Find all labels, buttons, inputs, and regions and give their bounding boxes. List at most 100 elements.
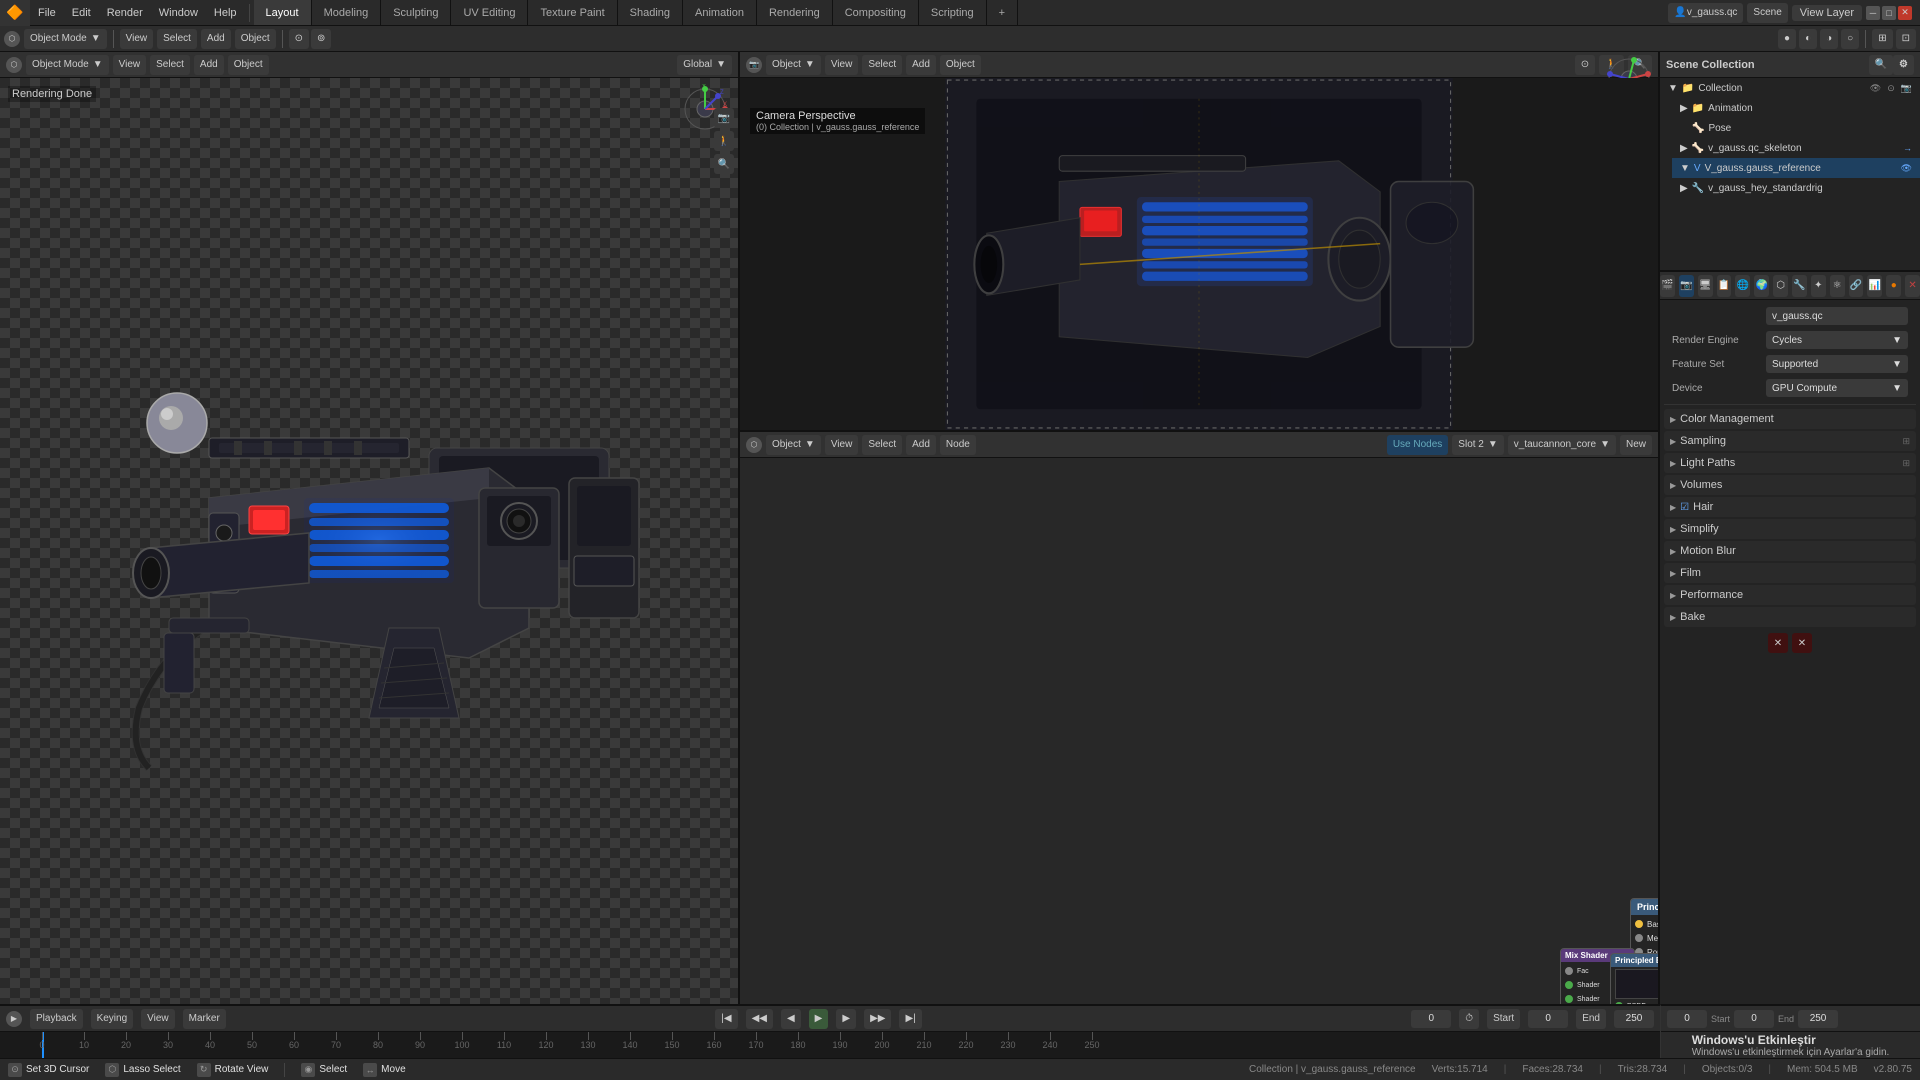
prop-extra-icon-2[interactable]: ✕ [1792,633,1812,653]
prop-icon-world[interactable]: 🌍 [1754,275,1769,297]
current-frame-input[interactable]: 0 [1528,1010,1568,1028]
section-performance[interactable]: ▶ Performance [1664,585,1916,605]
tab-add[interactable]: + [987,0,1018,25]
viewport-select[interactable]: Select [150,55,190,75]
render-engine-value[interactable]: Cycles ▼ [1766,331,1908,349]
shading-render[interactable]: ◑ [1820,29,1838,49]
global-dropdown[interactable]: Global ▼ [677,55,732,75]
prop-icon-view-layer[interactable]: 📋 [1717,275,1732,297]
tab-compositing[interactable]: Compositing [833,0,919,25]
tab-rendering[interactable]: Rendering [757,0,833,25]
tab-texture-paint[interactable]: Texture Paint [528,0,617,25]
keying-menu[interactable]: Keying [91,1009,134,1029]
overlay-btn[interactable]: ⊞ [1872,29,1892,49]
start-frame-input[interactable]: 0 [1411,1010,1451,1028]
shading-material[interactable]: ◐ [1799,29,1817,49]
menu-window[interactable]: Window [151,0,206,25]
play-btn[interactable]: ▶ [809,1009,829,1029]
outliner-pose[interactable]: 🦴 Pose [1684,118,1920,138]
close-button[interactable]: ✕ [1898,6,1912,20]
menu-file[interactable]: File [30,0,64,25]
marker-menu[interactable]: Marker [183,1009,226,1029]
prop-icon-physics[interactable]: ⚛ [1830,275,1845,297]
shading-solid[interactable]: ● [1778,29,1796,49]
object-mode-dropdown[interactable]: Object Mode ▼ [24,29,107,49]
viewport-view[interactable]: View [113,55,147,75]
section-hair[interactable]: ▶ ☑ Hair [1664,497,1916,517]
walk-tool[interactable]: 🚶 [714,131,734,151]
node-new-btn[interactable]: New [1620,435,1652,455]
status-select[interactable]: ◉ Select [301,1063,347,1077]
cam-object[interactable]: Object [940,55,981,75]
use-nodes-btn[interactable]: Use Nodes [1387,435,1448,455]
timeline-content[interactable]: 0 10 20 30 40 50 60 70 80 90 100 110 120 [0,1032,1660,1060]
node-select[interactable]: Select [862,435,902,455]
section-simplify[interactable]: ▶ Simplify [1664,519,1916,539]
viewport-add[interactable]: Add [194,55,224,75]
section-motion-blur[interactable]: ▶ Motion Blur [1664,541,1916,561]
bottom-start-frame[interactable]: 0 [1667,1010,1707,1028]
collection-eye-icon[interactable]: 👁 [1870,83,1881,94]
prop-icon-data[interactable]: 📊 [1867,275,1882,297]
status-rotate-view[interactable]: ↻ Rotate View [197,1063,269,1077]
collection-cursor-icon[interactable]: ⊙ [1887,83,1895,94]
prop-icon-scene[interactable]: 🎬 [1660,275,1675,297]
section-bake[interactable]: ▶ Bake [1664,607,1916,627]
cam-add[interactable]: Add [906,55,936,75]
prop-icon-material[interactable]: ● [1886,275,1901,297]
jump-end-btn[interactable]: ▶| [899,1009,921,1029]
feature-set-value[interactable]: Supported ▼ [1766,355,1908,373]
menu-help[interactable]: Help [206,0,245,25]
material-dropdown[interactable]: v_taucannon_core▼ [1508,435,1616,455]
bottom-current-frame[interactable]: 0 [1734,1010,1774,1028]
node-object-dropdown[interactable]: Object▼ [766,435,821,455]
section-volumes[interactable]: ▶ Volumes [1664,475,1916,495]
cam-select[interactable]: Select [862,55,902,75]
prop-icon-scene2[interactable]: 🌐 [1735,275,1750,297]
node-node[interactable]: Node [940,435,976,455]
end-frame-input[interactable]: 250 [1614,1010,1654,1028]
jump-start-btn[interactable]: |◀ [715,1009,737,1029]
minimize-button[interactable]: ─ [1866,6,1880,20]
view-menu[interactable]: View [120,29,154,49]
tab-layout[interactable]: Layout [254,0,312,25]
gizmo-btn[interactable]: ⊡ [1896,29,1916,49]
next-keyframe-btn[interactable]: ▶▶ [864,1009,891,1029]
menu-edit[interactable]: Edit [64,0,99,25]
section-film[interactable]: ▶ Film [1664,563,1916,583]
user-account[interactable]: 👤 v_gauss.qc [1668,3,1743,23]
prop-icon-output[interactable]: 🖥 [1698,275,1713,297]
zoom-tool[interactable]: 🔍 [714,154,734,174]
outliner-search[interactable]: 🔍 [1869,55,1893,75]
collection-render-icon[interactable]: 📷 [1901,83,1912,94]
object-menu[interactable]: Object [235,29,276,49]
outliner-reference[interactable]: ▼ V V_gauss.gauss_reference 👁 [1672,158,1920,178]
status-lasso-select[interactable]: ⬡ Lasso Select [105,1063,180,1077]
node-canvas[interactable]: Principled BSDF Base Color Metallic Roug… [740,458,1658,1058]
select-menu[interactable]: Select [157,29,197,49]
outliner-standardrig[interactable]: ▶ 🔧 v_gauss_hey_standardrig [1672,178,1920,198]
blender-logo-icon[interactable]: 🔶 [0,0,30,26]
node-add[interactable]: Add [906,435,936,455]
prop-icon-object[interactable]: ⬡ [1773,275,1788,297]
tab-scripting[interactable]: Scripting [919,0,987,25]
viewport-object[interactable]: Object [228,55,269,75]
tab-modeling[interactable]: Modeling [312,0,382,25]
outliner-scene-collection[interactable]: ▼ 📁 Collection 👁 ⊙ 📷 [1660,78,1920,98]
add-menu[interactable]: Add [201,29,231,49]
prop-icon-modifier[interactable]: 🔧 [1792,275,1807,297]
view-layer-label[interactable]: View Layer [1792,5,1862,21]
scene-selector[interactable]: Scene [1747,3,1787,23]
menu-render[interactable]: Render [99,0,151,25]
maximize-button[interactable]: □ [1882,6,1896,20]
device-value[interactable]: GPU Compute ▼ [1766,379,1908,397]
camera-tool[interactable]: 📷 [714,108,734,128]
tab-sculpting[interactable]: Sculpting [381,0,451,25]
shading-rendered[interactable]: ○ [1841,29,1859,49]
viewport-mode-dropdown[interactable]: Object Mode ▼ [26,55,109,75]
camera-object-dropdown[interactable]: Object▼ [766,55,821,75]
bottom-end-frame[interactable]: 250 [1798,1010,1838,1028]
node-view[interactable]: View [825,435,859,455]
tab-animation[interactable]: Animation [683,0,757,25]
prop-extra-icon-1[interactable]: ✕ [1768,633,1788,653]
